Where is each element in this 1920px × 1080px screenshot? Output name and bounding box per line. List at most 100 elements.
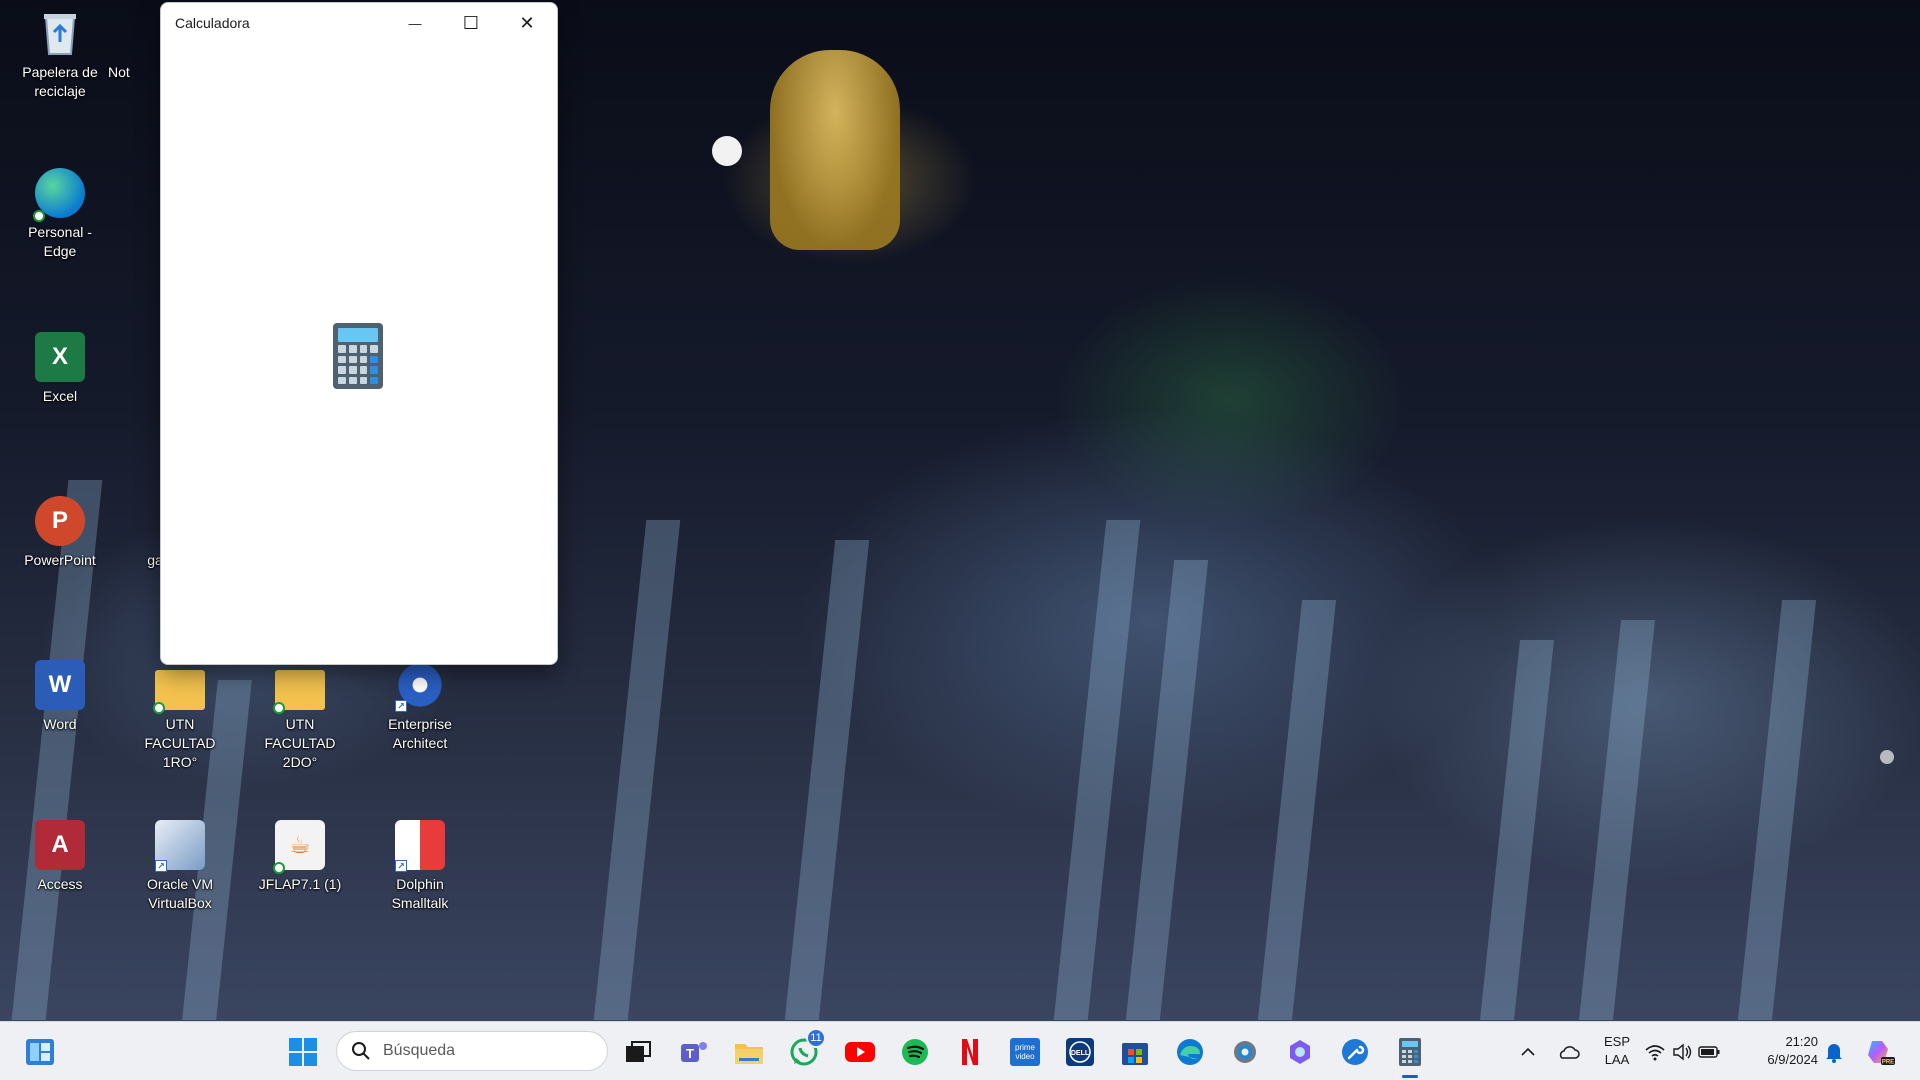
- taskbar-whatsapp[interactable]: 11: [784, 1028, 826, 1072]
- svg-text:video: video: [1015, 1052, 1035, 1061]
- desktop-icon-folder-2do[interactable]: UTN FACULTAD 2DO°: [250, 660, 350, 772]
- start-button[interactable]: [283, 1032, 323, 1072]
- virtualbox-icon: ↗: [155, 820, 205, 872]
- desktop-icon-access[interactable]: A Access: [10, 820, 110, 894]
- search-box[interactable]: Búsqueda: [336, 1031, 608, 1071]
- excel-icon: X: [35, 332, 85, 382]
- edge-icon: [1177, 1039, 1203, 1065]
- desktop-icon-dolphin-smalltalk[interactable]: ↗ Dolphin Smalltalk: [370, 820, 470, 913]
- prime-video-icon: primevideo: [1010, 1038, 1040, 1066]
- language-indicator[interactable]: ESP LAA: [1596, 1033, 1638, 1069]
- close-button[interactable]: ✕: [499, 3, 555, 43]
- enterprise-architect-icon: ↗: [395, 660, 445, 712]
- svg-text:prime: prime: [1015, 1043, 1036, 1052]
- java-icon: ☕: [273, 820, 325, 874]
- desktop-icon-recycle-bin[interactable]: Papelera de reciclaje: [10, 8, 110, 101]
- onedrive-button[interactable]: [1548, 1032, 1588, 1072]
- desktop-icon-label: Excel: [42, 388, 78, 404]
- gear-icon: [1234, 1041, 1256, 1063]
- powerpoint-icon: P: [35, 496, 85, 546]
- shortcut-arrow-icon: ↗: [395, 700, 407, 712]
- minimize-button[interactable]: —: [387, 3, 443, 43]
- word-icon: W: [35, 660, 85, 710]
- desktop-icon-label: UTN FACULTAD 1RO°: [144, 716, 216, 770]
- file-explorer-icon: [735, 1044, 763, 1064]
- access-icon: A: [35, 820, 85, 870]
- desktop-icon-label: Dolphin Smalltalk: [391, 876, 449, 911]
- copilot-pre-icon: PRE: [1868, 1041, 1895, 1066]
- desktop-icon-label: Enterprise Architect: [388, 716, 452, 751]
- notification-badge: 11: [806, 1028, 826, 1048]
- keyboard-layout: LAA: [1604, 1052, 1630, 1067]
- cloud-icon: [1559, 1046, 1580, 1059]
- quick-settings-button[interactable]: [1642, 1032, 1722, 1072]
- taskbar-task-view[interactable]: [618, 1032, 658, 1072]
- desktop-icon-edge[interactable]: Personal - Edge: [10, 168, 110, 261]
- clock-time: 21:20: [1785, 1034, 1818, 1049]
- taskbar-prime-video[interactable]: prime video: [1005, 1032, 1045, 1072]
- taskbar-file-explorer[interactable]: [729, 1032, 769, 1072]
- copilot-button[interactable]: PRE: [1860, 1032, 1900, 1072]
- taskbar: Búsqueda T 11 prime video DELL ESP LAA 2…: [0, 1021, 1920, 1080]
- desktop-icon-excel[interactable]: X Excel: [10, 332, 110, 406]
- search-icon: [352, 1042, 370, 1060]
- desktop-icon-notepad[interactable]: Not: [108, 8, 168, 82]
- netflix-icon: [962, 1039, 978, 1065]
- desktop-icon-label: PowerPoint: [24, 552, 96, 568]
- desktop-icon-label: UTN FACULTAD 2DO°: [264, 716, 336, 770]
- battery-icon: [1698, 1046, 1720, 1058]
- task-view-icon: [626, 1041, 651, 1062]
- taskbar-youtube[interactable]: [840, 1032, 880, 1072]
- title-bar[interactable]: Calculadora — ☐ ✕: [161, 3, 557, 43]
- taskbar-calculator[interactable]: [1390, 1032, 1430, 1078]
- desktop-icon-folder-1ro[interactable]: UTN FACULTAD 1RO°: [130, 660, 230, 772]
- sync-check-icon: [273, 702, 285, 714]
- taskbar-spotify[interactable]: [895, 1032, 935, 1072]
- shortcut-arrow-icon: ↗: [395, 860, 407, 872]
- edge-icon: [33, 168, 85, 222]
- shortcut-arrow-icon: ↗: [155, 860, 167, 872]
- maximize-icon: ☐: [462, 12, 480, 33]
- dolphin-smalltalk-icon: ↗: [395, 820, 445, 872]
- chevron-up-icon: [1521, 1047, 1535, 1056]
- show-hidden-icons-button[interactable]: [1508, 1032, 1548, 1072]
- copilot-icon: [1290, 1040, 1310, 1064]
- dell-icon: DELL: [1066, 1038, 1094, 1066]
- language-code: ESP: [1603, 1034, 1630, 1049]
- window-title: Calculadora: [175, 15, 250, 31]
- taskbar-dell[interactable]: DELL: [1060, 1032, 1100, 1072]
- svg-text:DELL: DELL: [1071, 1050, 1090, 1057]
- desktop-icon-word[interactable]: W Word: [10, 660, 110, 734]
- taskbar-tool-app[interactable]: [1335, 1032, 1375, 1072]
- microsoft-store-icon: [1122, 1043, 1148, 1065]
- sync-check-icon: [33, 210, 45, 222]
- desktop-icon-label: Word: [43, 716, 77, 732]
- app-icon: [150, 496, 160, 546]
- desktop-icon-jflap[interactable]: ☕ JFLAP7.1 (1): [250, 820, 350, 894]
- calculator-window[interactable]: Calculadora — ☐ ✕: [160, 2, 558, 665]
- wrench-icon: [1342, 1039, 1368, 1065]
- widgets-button[interactable]: [20, 1032, 60, 1072]
- taskbar-microsoft-store[interactable]: [1115, 1032, 1155, 1072]
- desktop-icon-label: JFLAP7.1 (1): [258, 876, 342, 892]
- calculator-splash-icon: [333, 323, 383, 389]
- desktop-icon-label: Papelera de reciclaje: [22, 64, 98, 99]
- taskbar-netflix[interactable]: [950, 1032, 990, 1072]
- minimize-icon: —: [408, 15, 422, 31]
- taskbar-settings[interactable]: [1225, 1032, 1265, 1072]
- maximize-button[interactable]: ☐: [443, 3, 499, 43]
- active-app-indicator: [1402, 1075, 1418, 1078]
- taskbar-edge[interactable]: [1170, 1032, 1210, 1072]
- clock[interactable]: 21:20 6/9/2024: [1748, 1033, 1818, 1069]
- sync-check-icon: [153, 702, 165, 714]
- desktop-icon-enterprise-architect[interactable]: ↗ Enterprise Architect: [370, 660, 470, 753]
- youtube-icon: [845, 1042, 875, 1062]
- desktop-icon-virtualbox[interactable]: ↗ Oracle VM VirtualBox: [130, 820, 230, 913]
- calculator-icon: [1399, 1038, 1421, 1066]
- clock-date: 6/9/2024: [1767, 1052, 1818, 1067]
- desktop-icon-powerpoint[interactable]: P PowerPoint: [10, 496, 110, 570]
- taskbar-copilot-app[interactable]: [1280, 1032, 1320, 1072]
- taskbar-teams[interactable]: T: [674, 1032, 714, 1072]
- notifications-button[interactable]: [1814, 1032, 1854, 1072]
- bell-icon: [1826, 1044, 1842, 1063]
